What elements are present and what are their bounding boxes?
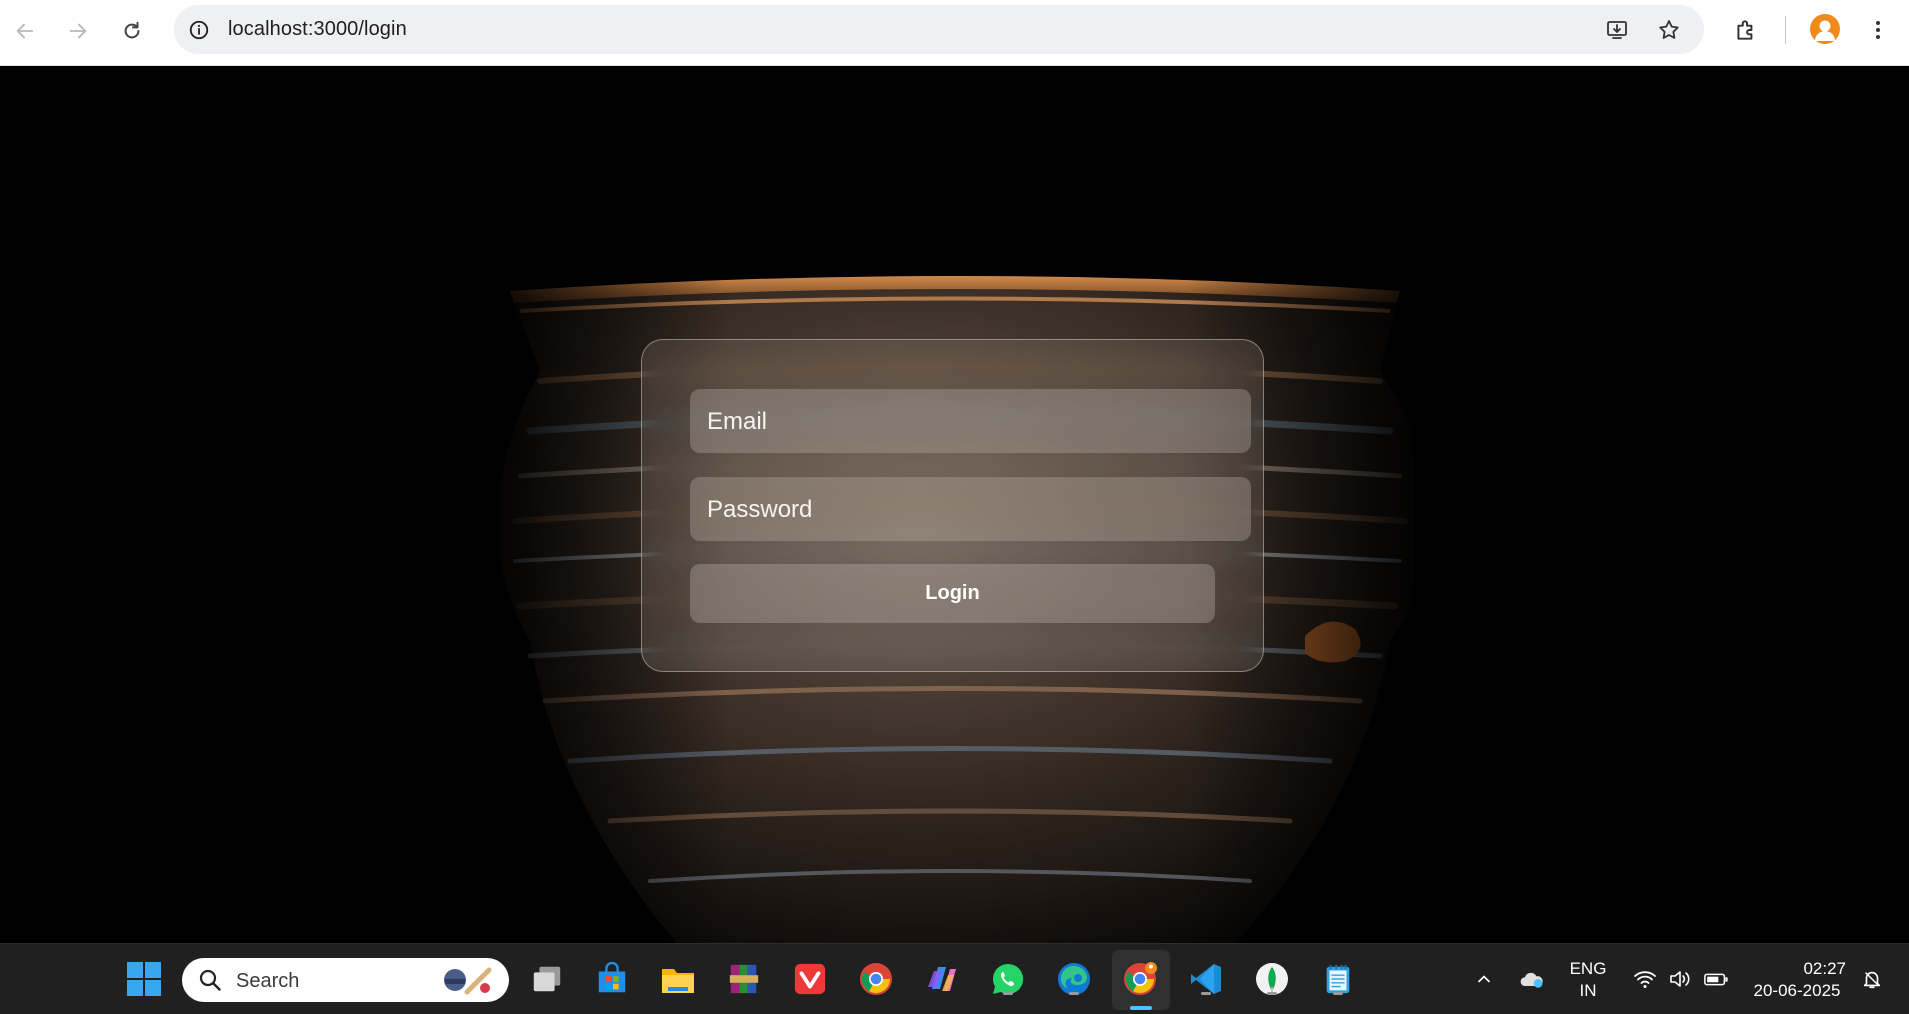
chrome-active-icon[interactable] [1120, 959, 1160, 999]
notifications-bell-icon[interactable] [1852, 959, 1892, 999]
email-field[interactable]: Email [690, 389, 1251, 453]
clock-time: 02:27 [1803, 959, 1846, 978]
address-bar[interactable]: localhost:3000/login [174, 5, 1704, 54]
language-indicator[interactable]: ENG IN [1568, 958, 1608, 1002]
password-field[interactable]: Password [690, 477, 1251, 541]
install-app-icon[interactable] [1602, 15, 1632, 45]
site-info-icon[interactable] [186, 17, 212, 43]
bookmark-star-icon[interactable] [1654, 15, 1684, 45]
copilot-icon[interactable] [922, 959, 962, 999]
email-placeholder: Email [707, 408, 768, 435]
login-page: Email Password Login [0, 66, 1909, 943]
menu-kebab-icon[interactable] [1862, 14, 1894, 46]
search-label: Search [236, 970, 300, 992]
running-indicator [1267, 992, 1277, 995]
back-arrow-icon[interactable] [6, 12, 44, 50]
file-explorer-icon[interactable] [658, 959, 698, 999]
mongodb-compass-icon[interactable] [1252, 959, 1292, 999]
vivaldi-icon[interactable] [790, 959, 830, 999]
language-line1: ENG [1569, 959, 1607, 978]
running-indicator [1201, 992, 1211, 995]
windows-start-icon[interactable] [124, 959, 164, 999]
vscode-icon[interactable] [1186, 959, 1226, 999]
url-text[interactable]: localhost:3000/login [228, 18, 407, 41]
volume-icon[interactable] [1660, 959, 1700, 999]
search-icon [199, 969, 221, 991]
toolbar-divider [1785, 16, 1786, 44]
edge-icon[interactable] [1054, 959, 1094, 999]
wifi-icon[interactable] [1625, 959, 1665, 999]
onedrive-cloud-icon[interactable] [1512, 959, 1552, 999]
microsoft-store-icon[interactable] [592, 959, 632, 999]
running-indicator [1333, 992, 1343, 995]
profile-avatar-icon[interactable] [1810, 14, 1840, 44]
extensions-icon[interactable] [1730, 14, 1762, 46]
notepad-icon[interactable] [1318, 959, 1358, 999]
winrar-icon[interactable] [724, 959, 764, 999]
clock[interactable]: 02:27 20-06-2025 [1748, 958, 1846, 1002]
whatsapp-icon[interactable] [988, 959, 1028, 999]
reload-icon[interactable] [113, 12, 151, 50]
browser-toolbar: localhost:3000/login [0, 0, 1909, 66]
active-app-indicator [1130, 1006, 1152, 1010]
cricket-highlight-icon [444, 967, 492, 995]
show-hidden-icons-chevron-icon[interactable] [1464, 959, 1504, 999]
task-view-icon[interactable] [527, 959, 567, 999]
battery-icon[interactable] [1696, 959, 1736, 999]
taskbar-search-box[interactable]: Search [182, 958, 509, 1002]
forward-arrow-icon[interactable] [59, 12, 97, 50]
running-indicator [1069, 992, 1079, 995]
login-card: Email Password Login [641, 339, 1264, 672]
login-button[interactable]: Login [690, 564, 1215, 623]
chrome-icon[interactable] [856, 959, 896, 999]
running-indicator [1003, 992, 1013, 995]
password-placeholder: Password [707, 496, 813, 523]
windows-taskbar: Search ENG IN 02:27 20-06-2025 [0, 943, 1909, 1014]
language-line2: IN [1579, 981, 1597, 1000]
clock-date: 20-06-2025 [1753, 981, 1841, 1000]
